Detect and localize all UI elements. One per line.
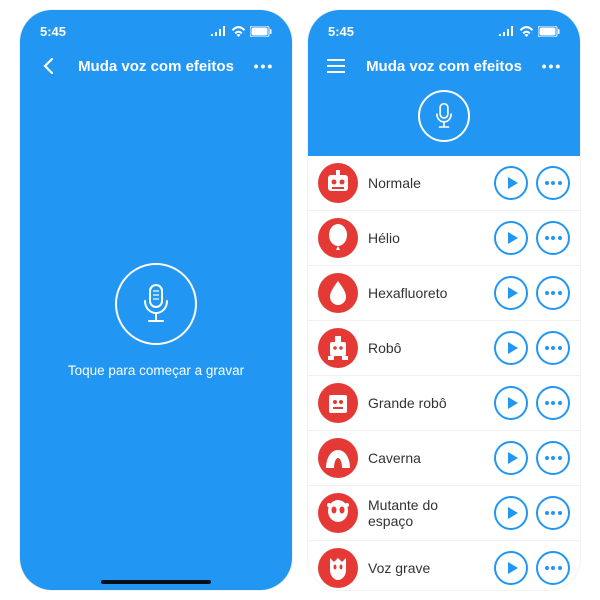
- more-icon: [545, 511, 562, 515]
- effect-label: Robô: [368, 340, 484, 356]
- record-body: Toque para começar a gravar: [20, 10, 292, 590]
- effect-label: Grande robô: [368, 395, 484, 411]
- phone-effects-screen: 5:45 Muda voz com efeitos •••: [308, 10, 580, 590]
- status-bar: 5:45: [308, 10, 580, 44]
- play-button[interactable]: [494, 551, 528, 585]
- row-more-button[interactable]: [536, 276, 570, 310]
- row-more-button[interactable]: [536, 221, 570, 255]
- effect-label: Normale: [368, 175, 484, 191]
- play-icon: [508, 452, 518, 464]
- row-more-button[interactable]: [536, 441, 570, 475]
- play-icon: [508, 397, 518, 409]
- row-actions: [494, 551, 570, 585]
- row-actions: [494, 331, 570, 365]
- play-button[interactable]: [494, 386, 528, 420]
- row-more-button[interactable]: [536, 496, 570, 530]
- play-button[interactable]: [494, 331, 528, 365]
- row-more-button[interactable]: [536, 166, 570, 200]
- row-actions: [494, 441, 570, 475]
- play-icon: [508, 232, 518, 244]
- effect-label: Caverna: [368, 450, 484, 466]
- status-time: 5:45: [328, 24, 354, 39]
- play-icon: [508, 177, 518, 189]
- mic-icon: [433, 102, 455, 130]
- row-actions: [494, 496, 570, 530]
- more-icon: [545, 566, 562, 570]
- effect-row[interactable]: Caverna: [308, 431, 580, 486]
- play-icon: [508, 562, 518, 574]
- row-actions: [494, 276, 570, 310]
- phone-record-screen: 5:45 Muda voz com efeitos •••: [20, 10, 292, 590]
- play-icon: [508, 507, 518, 519]
- more-icon: [545, 456, 562, 460]
- robot-face-icon: [318, 163, 358, 203]
- bat-icon: [318, 548, 358, 588]
- more-icon: [545, 181, 562, 185]
- row-more-button[interactable]: [536, 331, 570, 365]
- effect-row[interactable]: Robô: [308, 321, 580, 376]
- play-icon: [508, 342, 518, 354]
- wifi-icon: [519, 26, 534, 37]
- play-button[interactable]: [494, 496, 528, 530]
- hamburger-icon: [327, 59, 345, 73]
- row-more-button[interactable]: [536, 551, 570, 585]
- row-actions: [494, 386, 570, 420]
- play-button[interactable]: [494, 221, 528, 255]
- effects-list[interactable]: Normale Hélio Hexafluoreto Robô: [308, 156, 580, 590]
- effect-row[interactable]: Normale: [308, 156, 580, 211]
- page-title: Muda voz com efeitos: [366, 58, 522, 75]
- more-icon: [545, 291, 562, 295]
- cave-icon: [318, 438, 358, 478]
- play-button[interactable]: [494, 276, 528, 310]
- effects-header-area: 5:45 Muda voz com efeitos •••: [308, 10, 580, 156]
- more-icon: [545, 401, 562, 405]
- effect-label: Voz grave: [368, 560, 484, 576]
- row-actions: [494, 221, 570, 255]
- robot-big-icon: [318, 383, 358, 423]
- effect-row[interactable]: Hélio: [308, 211, 580, 266]
- menu-button[interactable]: [322, 52, 350, 80]
- alien-icon: [318, 493, 358, 533]
- app-header: Muda voz com efeitos •••: [308, 44, 580, 88]
- row-actions: [494, 166, 570, 200]
- robot-icon: [318, 328, 358, 368]
- record-button[interactable]: [115, 263, 197, 345]
- more-icon: [545, 236, 562, 240]
- effect-row[interactable]: Mutante do espaço: [308, 486, 580, 541]
- effect-label: Hélio: [368, 230, 484, 246]
- more-icon: [545, 346, 562, 350]
- drop-icon: [318, 273, 358, 313]
- balloon-icon: [318, 218, 358, 258]
- row-more-button[interactable]: [536, 386, 570, 420]
- effect-label: Hexafluoreto: [368, 285, 484, 301]
- signal-icon: [499, 26, 515, 36]
- effect-row[interactable]: Grande robô: [308, 376, 580, 431]
- more-icon: •••: [542, 58, 563, 74]
- effect-row[interactable]: Voz grave: [308, 541, 580, 590]
- mic-icon: [139, 283, 173, 325]
- more-button[interactable]: •••: [538, 52, 566, 80]
- play-button[interactable]: [494, 441, 528, 475]
- effect-label: Mutante do espaço: [368, 497, 484, 529]
- effect-row[interactable]: Hexafluoreto: [308, 266, 580, 321]
- play-button[interactable]: [494, 166, 528, 200]
- record-button[interactable]: [418, 90, 470, 142]
- record-hint: Toque para começar a gravar: [68, 363, 244, 378]
- play-icon: [508, 287, 518, 299]
- home-indicator: [101, 580, 211, 584]
- status-indicators: [499, 26, 560, 37]
- battery-icon: [538, 26, 560, 37]
